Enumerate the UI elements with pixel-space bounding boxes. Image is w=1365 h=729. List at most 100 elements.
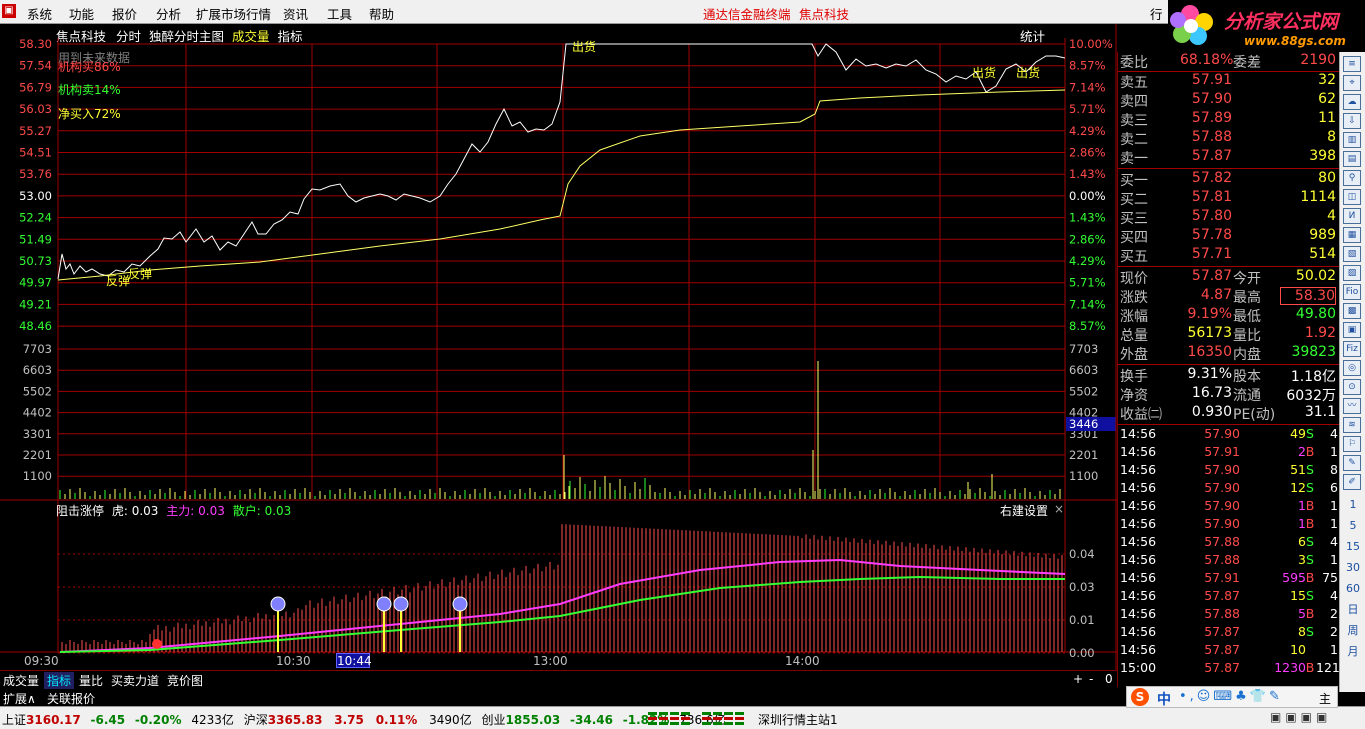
period-button[interactable]: 60 [1342,580,1364,598]
quote-label-2: 量比 [1233,328,1261,344]
ime-main-tab[interactable]: 主 [1319,690,1331,707]
tab-volume-ratio[interactable]: 量比 [76,672,106,689]
sell-level-row[interactable]: 卖二 57.88 8 [1120,129,1338,148]
sh-index-label[interactable]: 上证 [2,713,26,727]
window-menu-cut[interactable]: 行 [1150,4,1163,23]
indicator-name[interactable]: 阻击涨停 [56,504,104,518]
period-button[interactable]: 周 [1342,622,1364,640]
toolbar-tool-icon[interactable]: ⵍ [1343,208,1361,224]
period-button[interactable]: 1 [1342,496,1364,514]
toolbar-tool-icon[interactable]: ▣ [1343,322,1361,338]
cy-index-label[interactable]: 创业 [482,713,506,727]
tab-indicator[interactable]: 指标 [44,672,75,689]
toolbar-tool-icon[interactable]: ▩ [1343,303,1361,319]
period-button[interactable]: 30 [1342,559,1364,577]
indicator-axis-label: 0.00 [1069,646,1095,660]
tick-count: 4 [1330,588,1338,603]
toolbar-tool-icon[interactable]: 〰 [1343,398,1361,414]
tick-time: 14:56 [1120,480,1157,495]
toolbar-tool-icon[interactable]: ⚲ [1343,170,1361,186]
buy-level-label: 买三 [1120,211,1148,227]
period-button[interactable]: 月 [1342,643,1364,661]
zoom-in-button[interactable]: + [1070,672,1086,686]
toolbar-tool-icon[interactable]: Fio [1343,284,1361,300]
buy-level-row[interactable]: 买四 57.78 989 [1120,227,1338,246]
menu-system[interactable]: 系统 [27,4,52,23]
indicator-settings[interactable]: 右建设置 [1000,502,1048,519]
tab-related-quote[interactable]: 关联报价 [44,690,98,707]
quote-panel: 委比 68.18% 委差 2190 卖五 57.91 32 卖四 57.90 62 卖三 57.89 1… [1117,52,1340,687]
menu-tools[interactable]: 工具 [327,4,352,23]
inst-buy-text: 机构买86% [58,60,121,74]
toolbar-tool-icon[interactable]: ▤ [1343,151,1361,167]
breadth-cell [670,712,679,715]
toolbar-tool-icon[interactable]: ☁ [1343,94,1361,110]
sell-level-row[interactable]: 卖五 57.91 32 [1120,72,1338,91]
ime-logo-icon[interactable]: S [1131,688,1149,706]
tick-row: 14:56 57.90 12 S 6 [1120,480,1338,498]
toolbar-tool-icon[interactable]: ✐ [1343,474,1361,490]
toolbar-tool-icon[interactable]: ▥ [1343,132,1361,148]
tick-volume: 1 [1298,516,1306,531]
toolbar-tool-icon[interactable]: ≡ [1343,56,1361,72]
buy-level-row[interactable]: 买五 57.71 514 [1120,246,1338,265]
toolbar-tool-icon[interactable]: ◫ [1343,189,1361,205]
zoom-out-button[interactable]: - [1086,672,1096,686]
intraday-chart-area[interactable]: 焦点科技 分时 独醉分时主图 成交量 指标 统计 58.30 10.00% 57.5… [0,24,1117,670]
sz-index-label[interactable]: 沪深 [244,713,268,727]
tab-extend[interactable]: 扩展∧ [0,690,39,707]
buy-level-row[interactable]: 买一 57.82 80 [1120,170,1338,189]
ime-mode[interactable]: 中 [1157,689,1171,709]
tick-row: 14:56 57.88 3 S 1 [1120,552,1338,570]
start-signal-icon [152,639,162,649]
pct-axis-label: 10.00% [1069,37,1113,51]
volume-axis-label-right: 5502 [1069,384,1098,398]
sell-level-label: 卖四 [1120,94,1148,110]
sell-level-row[interactable]: 卖一 57.87 398 [1120,148,1338,167]
menu-function[interactable]: 功能 [69,4,94,23]
divider [1118,168,1339,169]
toolbar-tool-icon[interactable]: ⊙ [1343,379,1361,395]
menu-analysis[interactable]: 分析 [156,4,181,23]
sell-level-row[interactable]: 卖四 57.90 62 [1120,91,1338,110]
market-breadth-icon [648,712,744,725]
period-button[interactable]: 15 [1342,538,1364,556]
toolbar-tool-icon[interactable]: ▨ [1343,265,1361,281]
buy-level-volume: 514 [1309,246,1336,262]
sell-level-price: 57.87 [1191,148,1232,164]
toolbar-tool-icon[interactable]: ▧ [1343,246,1361,262]
toolbar-tool-icon[interactable]: ≋ [1343,417,1361,433]
tick-time: 14:56 [1120,426,1157,441]
toolbar-tool-icon[interactable]: ✎ [1343,455,1361,471]
buy-level-row[interactable]: 买二 57.81 1114 [1120,189,1338,208]
sell-level-row[interactable]: 卖三 57.89 11 [1120,110,1338,129]
toolbar-tool-icon[interactable]: ⚐ [1343,436,1361,452]
menu-extended-market[interactable]: 扩展市场行情 [196,4,271,23]
quote-value-2: 1.92 [1304,325,1336,341]
flower-icon [1170,5,1213,45]
zoom-reset-button[interactable]: 0 [1102,672,1116,686]
toolbar-tool-icon[interactable]: Fiz [1343,341,1361,357]
ime-toolbar: S 中 •,☺⌨♣👕✎ 主 [1126,686,1338,708]
tick-row: 14:56 57.87 15 S 4 [1120,588,1338,606]
menu-help[interactable]: 帮助 [369,4,394,23]
tab-buy-sell-force[interactable]: 买卖力道 [108,672,162,689]
toolbar-tool-icon[interactable]: ▦ [1343,227,1361,243]
tick-count: 8 [1330,462,1338,477]
indicator-close-icon[interactable]: × [1054,502,1064,516]
period-button[interactable]: 日 [1342,601,1364,619]
toolbar-tool-icon[interactable]: ◎ [1343,360,1361,376]
tick-row: 14:56 57.91 595 B 75 [1120,570,1338,588]
menu-info[interactable]: 资讯 [283,4,308,23]
breadth-cell [648,722,657,725]
buy-level-row[interactable]: 买三 57.80 4 [1120,208,1338,227]
tab-auction[interactable]: 竞价图 [164,672,206,689]
menu-quote[interactable]: 报价 [112,4,137,23]
toolbar-tool-icon[interactable]: ⌖ [1343,75,1361,91]
app-icon[interactable]: ▣ [2,4,16,18]
toolbar-tool-icon[interactable]: ⇩ [1343,113,1361,129]
period-button[interactable]: 5 [1342,517,1364,535]
server-name[interactable]: 深圳行情主站1 [758,711,838,728]
tab-volume[interactable]: 成交量 [0,672,42,689]
ime-tools-icons[interactable]: •,☺⌨♣👕✎ [1179,689,1283,704]
